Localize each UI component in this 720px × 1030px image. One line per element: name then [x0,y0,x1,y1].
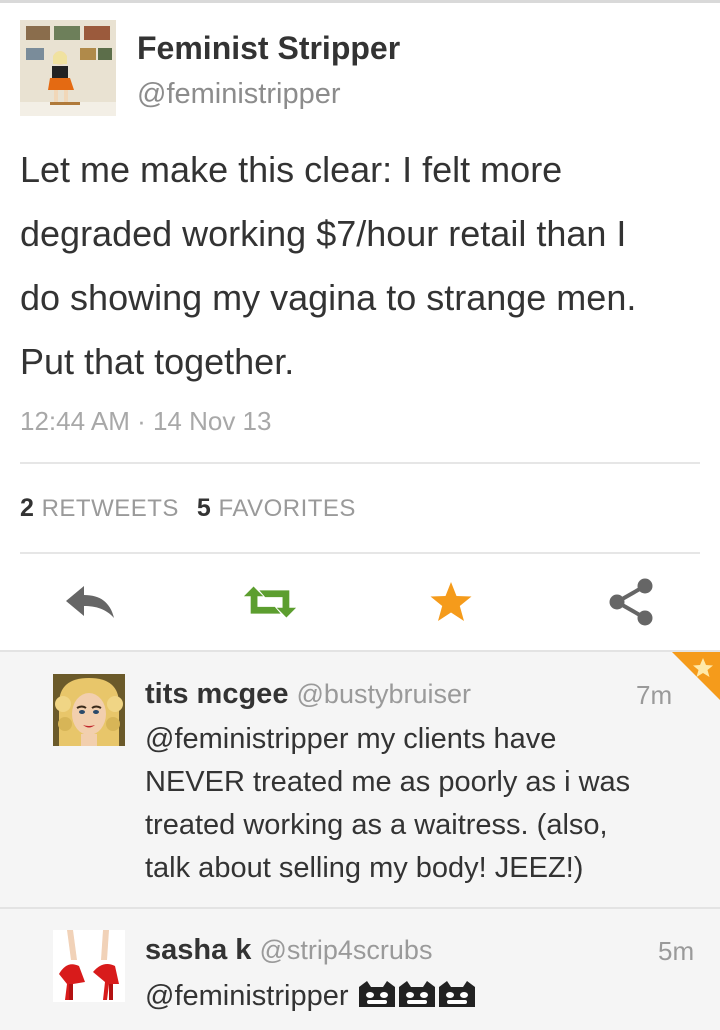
tweet-stats: 2 RETWEETS 5 FAVORITES [20,494,356,523]
favorite-label: FAVORITES [218,495,356,522]
reply-text-line: @feministripper my clients have [145,723,557,755]
reply-author-name: sasha k [145,934,252,966]
reply-author[interactable]: sasha k @strip4scrubs [145,934,432,967]
retweet-label: RETWEETS [41,495,179,522]
reply-author-handle: @strip4scrubs [259,935,433,965]
reply-text-line: NEVER treated me as poorly as i was [145,766,631,798]
share-button[interactable] [603,574,659,630]
tweet-text-line: degraded working $7/hour retail than I [20,213,627,254]
favorite-button[interactable] [423,574,479,630]
reply-text: @feministripper my clients have NEVER tr… [145,718,685,890]
retweets-stat[interactable]: 2 RETWEETS [20,494,179,522]
emoji-group [357,980,477,1012]
author-handle[interactable]: @feministripper [137,78,341,111]
tweet-timestamp: 12:44 AM · 14 Nov 13 [20,406,272,436]
divider [20,462,700,464]
reply-avatar[interactable] [53,930,125,1002]
reply-text-line: talk about selling my body! JEEZ!) [145,852,584,884]
reply-author-handle: @bustybruiser [296,679,471,709]
reply-age: 5m [658,936,695,966]
tweet-text-line: Put that together. [20,341,295,382]
tweet-text: Let me make this clear: I felt more degr… [20,138,710,394]
reply-text-line: treated working as a waitress. (also, [145,809,608,841]
tweet-text-line: Let me make this clear: I felt more [20,149,563,190]
divider [20,552,700,554]
reply-separator [0,907,720,909]
retweet-button[interactable] [242,574,298,630]
favorite-count: 5 [196,494,212,522]
reply-button[interactable] [62,574,118,630]
reply-text: @feministripper [145,975,685,1018]
reply-author-name: tits mcgee [145,678,289,710]
top-border [0,0,720,3]
retweet-icon [243,586,297,618]
star-icon [430,582,472,621]
alien-face-icon [358,981,475,1007]
favorites-stat[interactable]: 5 FAVORITES [196,494,356,522]
retweet-count: 2 [20,494,35,522]
share-icon [609,578,653,626]
author-avatar[interactable] [20,20,116,116]
reply-author[interactable]: tits mcgee @bustybruiser [145,678,471,711]
replies-top-border [0,650,720,652]
reply-avatar[interactable] [53,674,125,746]
reply-text-line: @feministripper [145,980,349,1012]
reply-age: 7m [636,680,673,710]
tweet-text-line: do showing my vagina to strange men. [20,277,637,318]
reply-arrow-icon [66,586,114,618]
favorited-corner-icon [672,652,720,700]
author-name[interactable]: Feminist Stripper [137,30,400,67]
